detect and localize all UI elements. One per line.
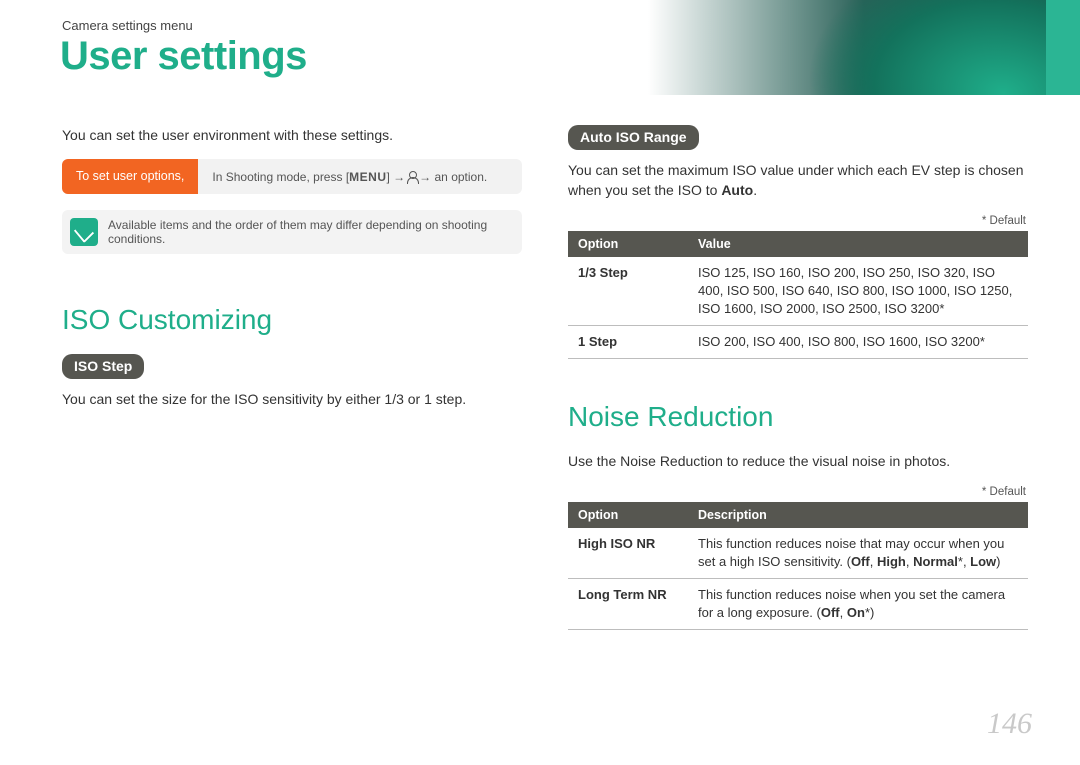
instr-post: ] → xyxy=(387,170,406,184)
table-row: 1/3 Step ISO 125, ISO 160, ISO 200, ISO … xyxy=(568,257,1028,326)
auto-iso-table: Option Value 1/3 Step ISO 125, ISO 160, … xyxy=(568,231,1028,360)
iso-step-label: ISO Step xyxy=(62,354,144,379)
set-options-row: To set user options, In Shooting mode, p… xyxy=(62,159,522,194)
cell-description: This function reduces noise that may occ… xyxy=(688,528,1028,579)
table-row: 1 Step ISO 200, ISO 400, ISO 800, ISO 16… xyxy=(568,326,1028,359)
default-marker-1: * Default xyxy=(568,215,1026,227)
auto-iso-bold: Auto xyxy=(721,182,753,198)
side-tab xyxy=(1046,0,1080,95)
instr-end: → an option. xyxy=(419,170,487,184)
cell-option: 1 Step xyxy=(568,326,688,359)
cell-option: 1/3 Step xyxy=(568,257,688,326)
table-row: Long Term NR This function reduces noise… xyxy=(568,579,1028,630)
sep: , xyxy=(870,554,877,569)
note-box: Available items and the order of them ma… xyxy=(62,210,522,254)
noise-reduction-heading: Noise Reduction xyxy=(568,401,1028,433)
menu-glyph: MENU xyxy=(349,170,386,184)
auto-iso-text-1: You can set the maximum ISO value under … xyxy=(568,162,1024,198)
noise-reduction-table: Option Description High ISO NR This func… xyxy=(568,502,1028,631)
note-icon xyxy=(70,218,98,246)
breadcrumb: Camera settings menu xyxy=(62,18,193,33)
opt-off: Off xyxy=(821,605,840,620)
cell-value: ISO 200, ISO 400, ISO 800, ISO 1600, ISO… xyxy=(688,326,1028,359)
noise-reduction-text: Use the Noise Reduction to reduce the vi… xyxy=(568,451,1028,471)
table-row: High ISO NR This function reduces noise … xyxy=(568,528,1028,579)
col-option: Option xyxy=(568,231,688,257)
auto-iso-range-label: Auto ISO Range xyxy=(568,125,699,150)
auto-iso-text: You can set the maximum ISO value under … xyxy=(568,160,1028,201)
user-icon xyxy=(407,171,417,183)
page-number: 146 xyxy=(987,707,1032,741)
sep: , xyxy=(840,605,847,620)
note-text: Available items and the order of them ma… xyxy=(108,218,510,246)
sep: , xyxy=(906,554,913,569)
left-column: You can set the user environment with th… xyxy=(62,125,522,630)
opt-normal: Normal xyxy=(913,554,958,569)
desc-post: ) xyxy=(870,605,874,620)
set-options-instruction: In Shooting mode, press [ MENU ] → → an … xyxy=(198,159,522,194)
iso-customizing-heading: ISO Customizing xyxy=(62,304,522,336)
opt-low: Low xyxy=(970,554,996,569)
cell-option: Long Term NR xyxy=(568,579,688,630)
intro-text: You can set the user environment with th… xyxy=(62,125,522,145)
opt-on: On xyxy=(847,605,865,620)
cell-option: High ISO NR xyxy=(568,528,688,579)
default-marker-2: * Default xyxy=(568,486,1026,498)
right-column: Auto ISO Range You can set the maximum I… xyxy=(568,125,1028,630)
iso-step-text: You can set the size for the ISO sensiti… xyxy=(62,389,522,409)
col-description: Description xyxy=(688,502,1028,528)
cell-value: ISO 125, ISO 160, ISO 200, ISO 250, ISO … xyxy=(688,257,1028,326)
col-option: Option xyxy=(568,502,688,528)
col-value: Value xyxy=(688,231,1028,257)
opt-off: Off xyxy=(851,554,870,569)
opt-high: High xyxy=(877,554,906,569)
desc-post: ) xyxy=(996,554,1000,569)
set-options-badge: To set user options, xyxy=(62,159,198,194)
cell-description: This function reduces noise when you set… xyxy=(688,579,1028,630)
page-title: User settings xyxy=(60,34,307,79)
instr-pre: In Shooting mode, press [ xyxy=(212,170,349,184)
header-banner: Camera settings menu User settings xyxy=(0,0,1080,95)
